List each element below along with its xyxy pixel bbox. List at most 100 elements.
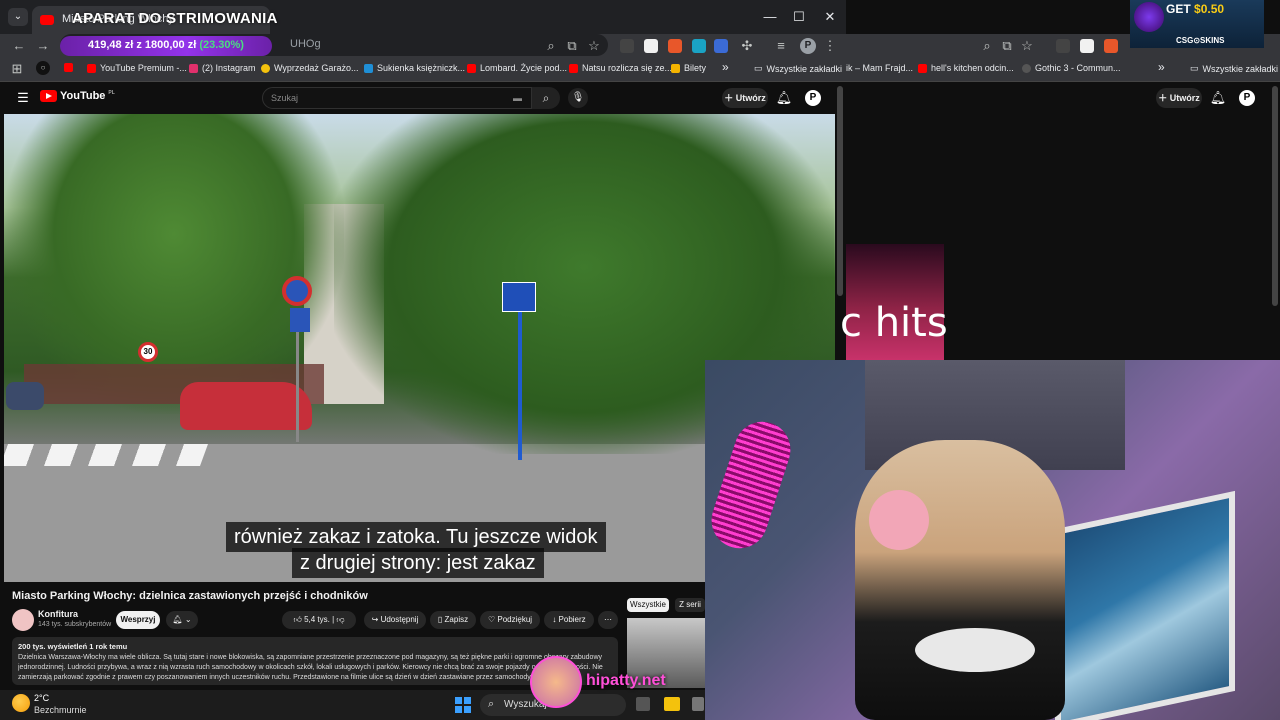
search-button[interactable]: ⌕: [532, 87, 560, 109]
channel-avatar[interactable]: [12, 609, 34, 631]
file-explorer-icon[interactable]: [664, 697, 680, 711]
views-and-date: 200 tys. wyświetleń 1 rok temu: [18, 642, 128, 651]
more-actions-button[interactable]: ⋯: [598, 611, 618, 629]
task-view-icon[interactable]: [636, 697, 650, 711]
chip-series[interactable]: Z serii: [675, 598, 705, 612]
account-avatar[interactable]: P: [1239, 90, 1255, 106]
chip-all[interactable]: Wszystkie: [627, 598, 669, 612]
all-bookmarks-folder[interactable]: ▭ Wszystkie zakładki: [754, 63, 842, 74]
street-name-sign: [502, 282, 536, 312]
maximize-button[interactable]: ☐: [787, 8, 811, 26]
youtube-favicon-icon: [40, 15, 54, 25]
bookmark-item[interactable]: Natsu rozlicza się ze...: [569, 63, 672, 73]
weather-temperature: 2°C: [34, 693, 50, 703]
create-button[interactable]: ＋ Utwórz: [1156, 88, 1202, 108]
extension-icon[interactable]: [668, 39, 682, 53]
paint-palette: [915, 628, 1035, 672]
site-icon: [364, 63, 373, 73]
forward-arrow-icon[interactable]: →: [34, 37, 52, 55]
all-bookmarks-folder[interactable]: ▭ Wszystkie zakładki: [1190, 63, 1278, 74]
youtube-icon: [569, 63, 578, 73]
cast-icon[interactable]: ⧉: [563, 37, 581, 55]
download-button[interactable]: ↓ Pobierz: [544, 611, 594, 629]
notifications-bell-icon[interactable]: 🔔︎: [775, 89, 793, 107]
video-title: Miasto Parking Włochy: dzielnica zastawi…: [12, 590, 368, 602]
stream-overlay-title: APARAT DO STRIMOWANIA: [72, 10, 278, 27]
profile-avatar[interactable]: P: [800, 38, 816, 54]
site-icon: [261, 63, 270, 73]
like-dislike-group[interactable]: 👍︎ 5,4 tys. | 👎︎: [282, 611, 356, 629]
windows-start-icon[interactable]: [455, 697, 471, 713]
site-icon: [671, 63, 680, 73]
zoom-icon[interactable]: ⌕: [542, 37, 560, 55]
bookmarks-overflow-button[interactable]: »: [1158, 60, 1165, 74]
bookmarks-overflow-button[interactable]: »: [722, 60, 729, 74]
channel-subscribers: 143 tys. subskrybentów: [38, 621, 112, 628]
webcam-feed: [705, 360, 1280, 720]
bookmark-item[interactable]: YouTube Premium -...: [87, 63, 187, 73]
bookmark-star-icon[interactable]: ☆: [1018, 37, 1036, 55]
hamburger-menu-icon[interactable]: ☰: [14, 89, 32, 107]
notifications-bell-icon[interactable]: 🔔︎: [1209, 89, 1227, 107]
microphone-icon: 🎙: [571, 92, 585, 103]
thanks-button[interactable]: ♡ Podziękuj: [480, 611, 540, 629]
zoom-icon[interactable]: ⌕: [978, 37, 996, 55]
app-circle-icon[interactable]: ○: [36, 61, 50, 75]
youtube-logo[interactable]: YouTube PL: [40, 90, 115, 102]
bookmark-star-icon[interactable]: ☆: [585, 37, 603, 55]
street-sign-pole: [518, 310, 522, 460]
save-button[interactable]: ▯ Zapisz: [430, 611, 476, 629]
share-button[interactable]: ↪ Udostępnij: [364, 611, 426, 629]
extension-icon[interactable]: [714, 39, 728, 53]
video-description[interactable]: 200 tys. wyświetleń 1 rok temu Dzielnica…: [12, 637, 618, 685]
url-text: UHOg: [290, 38, 321, 50]
apps-grid-icon[interactable]: ⊞: [8, 60, 26, 78]
promo-mascot-icon: [1134, 2, 1164, 32]
support-button[interactable]: Wesprzyj: [116, 611, 160, 629]
bookmark-item[interactable]: ik – Mam Frajd...: [846, 63, 913, 73]
create-button[interactable]: ＋ Utwórz: [722, 88, 768, 108]
notification-bell-dropdown[interactable]: 🔔︎ ⌄: [166, 611, 198, 629]
bookmark-item[interactable]: Wyprzedaż Garażo...: [261, 63, 358, 73]
bookmark-item[interactable]: [64, 63, 73, 72]
search-icon: ⌕: [488, 698, 495, 710]
menu-kebab-icon[interactable]: ⋮: [821, 37, 839, 55]
search-input[interactable]: Szukaj ▬: [262, 87, 532, 109]
weather-moon-icon[interactable]: [12, 694, 30, 712]
extension-icon[interactable]: [692, 39, 706, 53]
youtube-icon: [87, 63, 96, 73]
extension-icon[interactable]: [1056, 39, 1070, 53]
minimize-button[interactable]: —: [758, 8, 782, 26]
taskbar-app-icon[interactable]: [692, 697, 704, 711]
bookmark-item[interactable]: Bilety: [671, 63, 706, 73]
extensions-puzzle-icon[interactable]: ✣: [738, 37, 756, 55]
bookmark-item[interactable]: (2) Instagram: [189, 63, 256, 73]
keyboard-icon[interactable]: ▬: [513, 93, 522, 103]
extension-icon[interactable]: [620, 39, 634, 53]
cast-icon[interactable]: ⧉: [998, 37, 1016, 55]
voice-search-button[interactable]: 🎙: [568, 88, 588, 108]
bookmark-item[interactable]: Sukienka księżniczk...: [364, 63, 465, 73]
channel-name[interactable]: Konfitura: [38, 609, 78, 619]
extension-icon[interactable]: [644, 39, 658, 53]
promo-brand: CSG⊙SKINS: [1176, 36, 1225, 45]
bookmark-item[interactable]: hell's kitchen odcin...: [918, 63, 1014, 73]
background-scrollbar[interactable]: [1272, 86, 1278, 306]
close-button[interactable]: ✕: [818, 8, 842, 26]
media-controls-icon[interactable]: ≡: [772, 37, 790, 55]
extension-icon[interactable]: [1080, 39, 1094, 53]
folder-icon: ▭: [1190, 63, 1199, 73]
extension-icon[interactable]: [1104, 39, 1118, 53]
share-arrow-icon: ↪: [371, 615, 379, 624]
bookmark-item[interactable]: Gothic 3 - Commun...: [1022, 63, 1121, 73]
tab-search-button[interactable]: ⌄: [8, 8, 28, 26]
bookmark-item[interactable]: Lombard. Życie pod...: [467, 63, 567, 73]
back-arrow-icon[interactable]: ←: [10, 37, 28, 55]
youtube-icon: [64, 63, 73, 72]
youtube-icon: [467, 63, 476, 73]
youtube-icon: [918, 63, 927, 73]
page-scrollbar[interactable]: [837, 86, 843, 296]
crosswalk-sign: [290, 308, 310, 332]
account-avatar[interactable]: P: [805, 90, 821, 106]
streamer: [855, 440, 1065, 720]
